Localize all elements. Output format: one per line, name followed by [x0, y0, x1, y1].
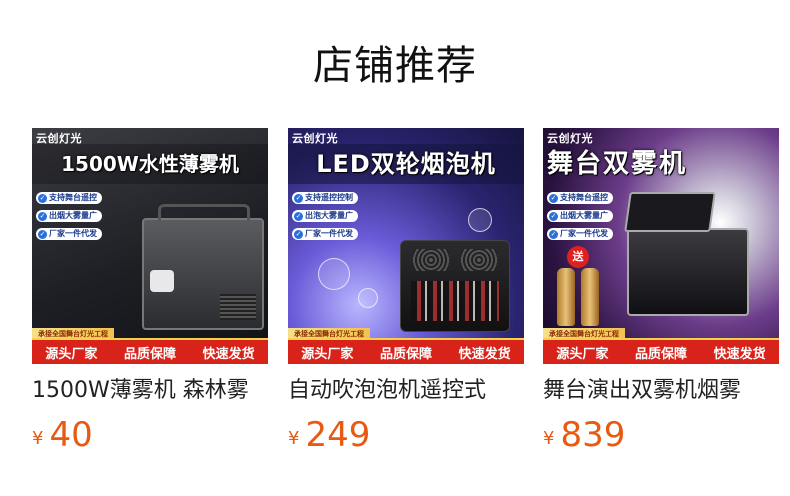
product-card[interactable]: 云创灯光 LED双轮烟泡机 ✓ 支持遥控控制 ✓ 出泡大雾量广 ✓ 厂家一件代发 承接… — [288, 128, 524, 454]
bubble-machine-illustration — [400, 240, 510, 332]
feature-tag: ✓ 厂家一件代发 — [547, 228, 613, 240]
badge-text: 源头厂家 — [556, 346, 609, 362]
bubble-decoration — [358, 288, 378, 308]
product-image[interactable]: 云创灯光 LED双轮烟泡机 ✓ 支持遥控控制 ✓ 出泡大雾量广 ✓ 厂家一件代发 承接… — [288, 128, 524, 364]
product-title[interactable]: 1500W薄雾机 森林雾 — [32, 376, 268, 406]
feature-tag: ✓ 厂家一件代发 — [36, 228, 102, 240]
feature-tag: ✓ 支持舞台遥控 — [36, 192, 102, 204]
check-icon: ✓ — [294, 230, 303, 239]
image-headline: LED双轮烟泡机 — [288, 144, 524, 184]
badge-text: 品质保障 — [634, 346, 687, 362]
product-price: ¥40 — [32, 416, 268, 454]
check-icon: ✓ — [294, 194, 303, 203]
fluid-bottle — [581, 268, 599, 326]
badge-text: 品质保障 — [123, 346, 176, 362]
product-price: ¥249 — [288, 416, 524, 454]
feature-tag: ✓ 出泡大雾量广 — [292, 210, 358, 222]
currency-symbol: ¥ — [288, 428, 300, 449]
product-image[interactable]: 云创灯光 舞台双雾机 ✓ 支持舞台遥控 ✓ 出烟大雾量广 ✓ 厂家一件代发 送 承接全… — [543, 128, 779, 364]
image-headline: 舞台双雾机 — [547, 149, 688, 179]
feature-tag: ✓ 支持遥控控制 — [292, 192, 358, 204]
product-card[interactable]: 云创灯光 舞台双雾机 ✓ 支持舞台遥控 ✓ 出烟大雾量广 ✓ 厂家一件代发 送 承接全… — [543, 128, 779, 454]
check-icon: ✓ — [38, 194, 47, 203]
check-icon: ✓ — [549, 230, 558, 239]
badge-text: 品质保障 — [379, 346, 432, 362]
section-title: 店铺推荐 — [313, 43, 477, 89]
feature-tag: ✓ 出烟大雾量广 — [36, 210, 102, 222]
feature-tag: ✓ 支持舞台遥控 — [547, 192, 613, 204]
fog-machine-illustration — [142, 204, 264, 330]
check-icon: ✓ — [38, 230, 47, 239]
product-title[interactable]: 自动吹泡泡机遥控式 — [288, 376, 524, 406]
badge-text: 源头厂家 — [45, 346, 98, 362]
price-value: 249 — [305, 415, 371, 455]
image-headline: 1500W水性薄雾机 — [32, 144, 268, 184]
product-card[interactable]: 云创灯光 1500W水性薄雾机 ✓ 支持舞台遥控 ✓ 出烟大雾量广 ✓ 厂家一件代发 … — [32, 128, 268, 454]
fluid-bottle — [557, 268, 575, 326]
badge-text: 快速发货 — [458, 346, 511, 362]
bubble-decoration — [468, 208, 492, 232]
badge-text: 快速发货 — [202, 346, 255, 362]
guarantee-banner: 源头厂家 品质保障 快速发货 — [32, 338, 268, 364]
product-price: ¥839 — [543, 416, 779, 454]
check-icon: ✓ — [38, 212, 47, 221]
double-fog-machine-illustration — [624, 192, 749, 316]
check-icon: ✓ — [294, 212, 303, 221]
currency-symbol: ¥ — [543, 428, 555, 449]
guarantee-banner: 源头厂家 品质保障 快速发货 — [543, 338, 779, 364]
gift-badge: 送 — [567, 246, 589, 268]
product-image[interactable]: 云创灯光 1500W水性薄雾机 ✓ 支持舞台遥控 ✓ 出烟大雾量广 ✓ 厂家一件代发 … — [32, 128, 268, 364]
badge-text: 快速发货 — [713, 346, 766, 362]
price-value: 40 — [49, 415, 93, 455]
check-icon: ✓ — [549, 212, 558, 221]
product-title[interactable]: 舞台演出双雾机烟雾 — [543, 376, 779, 406]
bubble-decoration — [318, 258, 350, 290]
badge-text: 源头厂家 — [301, 346, 354, 362]
price-value: 839 — [560, 415, 626, 455]
feature-tag: ✓ 出烟大雾量广 — [547, 210, 613, 222]
currency-symbol: ¥ — [32, 428, 44, 449]
feature-tag: ✓ 厂家一件代发 — [292, 228, 358, 240]
guarantee-banner: 源头厂家 品质保障 快速发货 — [288, 338, 524, 364]
check-icon: ✓ — [549, 194, 558, 203]
